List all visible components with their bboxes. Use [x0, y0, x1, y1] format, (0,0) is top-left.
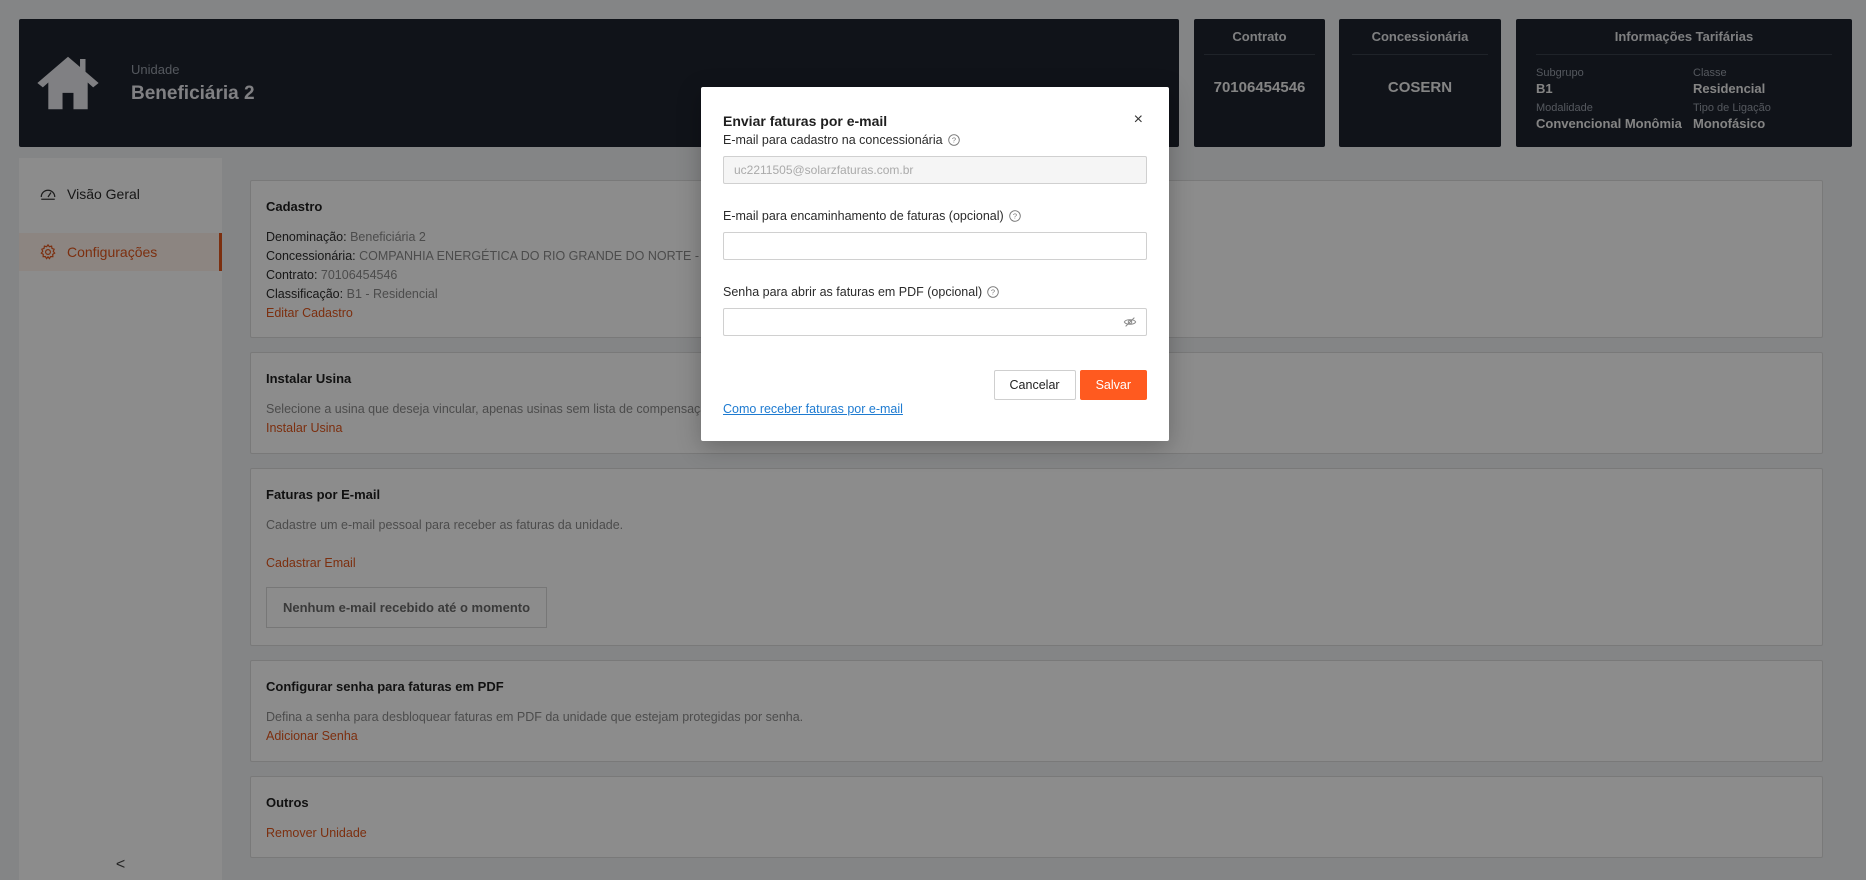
- help-icon[interactable]: ?: [987, 286, 999, 298]
- email-label-text: E-mail para cadastro na concessionária: [723, 133, 943, 147]
- modal-title: Enviar faturas por e-mail: [723, 113, 888, 129]
- password-field-label: Senha para abrir as faturas em PDF (opci…: [723, 285, 1147, 299]
- close-icon[interactable]: ×: [1134, 111, 1143, 129]
- help-icon[interactable]: ?: [947, 134, 960, 146]
- forward-email-field[interactable]: [723, 232, 1147, 260]
- email-invoices-modal: Enviar faturas por e-mail × E-mail para …: [701, 87, 1169, 441]
- email-field: [723, 156, 1147, 184]
- svg-text:?: ?: [951, 136, 955, 145]
- pdf-password-field[interactable]: [723, 308, 1147, 336]
- password-label-text: Senha para abrir as faturas em PDF (opci…: [723, 285, 983, 299]
- save-button[interactable]: Salvar: [1079, 370, 1147, 400]
- eye-slash-icon[interactable]: [1123, 315, 1137, 329]
- how-to-receive-link[interactable]: Como receber faturas por e-mail: [723, 402, 903, 416]
- help-icon[interactable]: ?: [1008, 210, 1021, 222]
- email-field-label: E-mail para cadastro na concessionária ?: [723, 133, 1147, 147]
- forward-field-label: E-mail para encaminhamento de faturas (o…: [723, 209, 1147, 223]
- forward-label-text: E-mail para encaminhamento de faturas (o…: [723, 209, 1004, 223]
- svg-text:?: ?: [991, 288, 995, 297]
- svg-text:?: ?: [1013, 212, 1017, 221]
- modal-actions: Cancelar Salvar: [993, 370, 1147, 400]
- cancel-button[interactable]: Cancelar: [993, 370, 1076, 400]
